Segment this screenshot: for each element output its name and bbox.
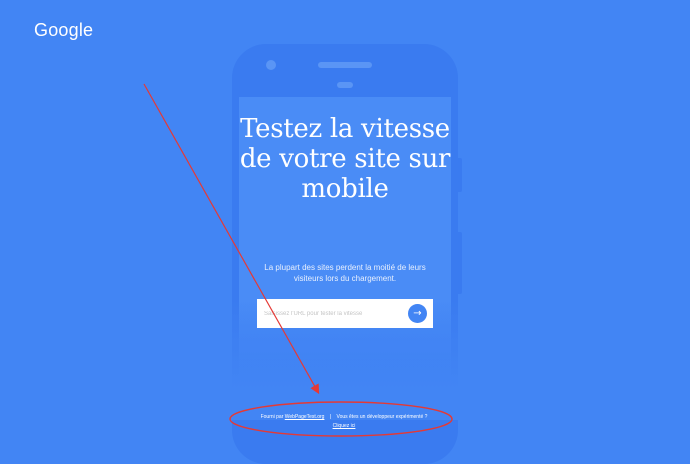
footer: Fourni par WebPageTest.org | Vous êtes u… <box>230 413 458 431</box>
phone-sensor <box>337 82 353 88</box>
page-title: Testez la vitesse de votre site sur mobi… <box>239 114 451 204</box>
page-subtitle: La plupart des sites perdent la moitié d… <box>264 263 426 283</box>
phone-side-button <box>458 232 462 294</box>
url-input[interactable] <box>264 305 404 323</box>
arrow-right-icon: → <box>413 308 422 319</box>
google-logo[interactable]: Google <box>34 20 93 41</box>
developer-link[interactable]: Cliquez ici <box>333 423 356 429</box>
webpagetest-link[interactable]: WebPageTest.org <box>285 414 325 420</box>
phone-camera <box>266 60 276 70</box>
phone-speaker <box>318 62 372 68</box>
analyze-button[interactable]: → <box>408 304 427 323</box>
phone-side-button <box>458 158 462 192</box>
developer-question: Vous êtes un développeur expérimenté ? <box>336 414 428 420</box>
url-form: → <box>257 299 433 328</box>
footer-separator: | <box>329 414 332 420</box>
powered-by-text: Fourni par <box>260 414 284 420</box>
